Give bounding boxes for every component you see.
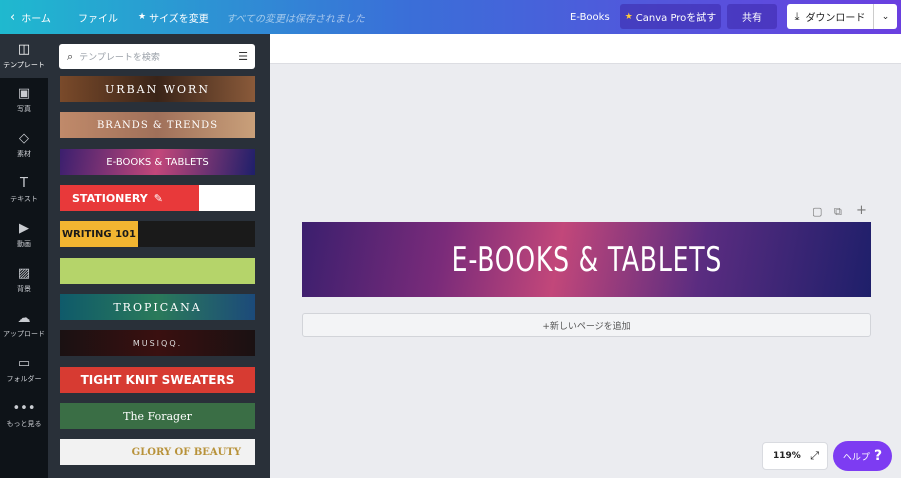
pro-label: Canva Proを試す [635,13,717,24]
left-rail: ◫ テンプレート ▣ 写真 ◇ 素材 T テキスト ▶ 動画 ▨ 背景 ☁ アッ… [0,34,48,478]
template-text: STATIONERY [72,191,148,205]
download-label: ダウンロード [805,13,866,24]
template-panel: ⌕ テンプレートを検索 ☰ URBAN WORN BRANDS & TRENDS… [48,34,270,478]
banner-title[interactable]: E-BOOKS & TABLETS [451,240,721,280]
home-button[interactable]: ‹ ホーム [10,0,51,34]
rail-item-folder[interactable]: ▭ フォルダー [0,348,48,392]
add-page-icon[interactable]: + [856,203,867,218]
template-text: TROPICANA [113,300,202,314]
resize-label: サイズを変更 [149,13,209,25]
download-options-button[interactable]: ⌄ [873,4,897,29]
more-icon: ••• [12,400,36,416]
crown-icon: ★ [138,12,147,22]
rail-item-elements[interactable]: ◇ 素材 [0,123,48,167]
template-thumbnail[interactable]: MUSIQQ. [60,330,255,356]
template-text: URBAN WORN [105,82,210,96]
filter-icon[interactable]: ☰ [238,50,248,63]
rail-item-templates[interactable]: ◫ テンプレート [0,34,48,78]
template-text: TIGHT KNIT SWEATERS [80,373,235,387]
template-thumbnail[interactable]: TROPICANA [60,294,255,320]
download-icon: ⤓ [794,9,800,23]
search-icon: ⌕ [67,49,74,63]
file-label: ファイル [78,13,118,25]
background-icon: ▨ [17,265,31,281]
template-thumbnail[interactable]: URBAN WORN [60,76,255,102]
folder-icon: ▭ [17,355,31,371]
chevron-down-icon: ⌄ [881,11,890,22]
template-text: E-BOOKS & TABLETS [106,156,209,168]
home-label: ホーム [21,13,51,25]
fullscreen-icon[interactable]: ⤢ [810,449,819,463]
try-canva-pro-button[interactable]: ★ Canva Proを試す [620,4,721,29]
rail-label: 動画 [17,239,31,248]
photo-icon: ▣ [17,85,31,101]
template-thumbnail[interactable]: E-BOOKS & TABLETS [60,149,255,175]
rail-label: フォルダー [6,374,42,383]
search-placeholder: テンプレートを検索 [79,53,160,63]
rail-label: 背景 [17,284,31,293]
template-icon: ◫ [17,41,31,57]
rail-item-text[interactable]: T テキスト [0,168,48,212]
share-button[interactable]: 共有 [727,4,777,29]
template-side-block [199,185,255,211]
template-text: MUSIQQ. [132,338,183,348]
help-label: ヘルプ [842,452,870,463]
zoom-value[interactable]: 119% [773,451,801,461]
zoom-control[interactable]: 119% ⤢ [762,442,828,470]
template-thumbnail[interactable]: WRITING 101 [60,221,255,247]
template-thumbnail[interactable]: TIGHT KNIT SWEATERS [60,367,255,393]
save-status: すべての変更は保存されました [226,13,365,25]
template-search-input[interactable]: ⌕ テンプレートを検索 ☰ [59,44,255,69]
canvas-area: ▢ ⧉ + E-BOOKS & TABLETS +新しいページを追加 119% … [270,34,901,478]
rail-item-video[interactable]: ▶ 動画 [0,213,48,257]
rail-label: アップロード [3,329,45,338]
add-new-page-button[interactable]: +新しいページを追加 [302,313,871,337]
rail-label: テキスト [10,194,38,203]
rail-label: 写真 [17,104,31,113]
template-text: The Forager [123,409,192,423]
rail-item-upload[interactable]: ☁ アップロード [0,303,48,347]
help-button[interactable]: ヘルプ ? [833,441,892,471]
elements-icon: ◇ [19,130,29,146]
note-icon[interactable]: ▢ [812,205,822,218]
template-text: GLORY OF BEAUTY [131,446,241,458]
template-thumbnail[interactable]: GLORY OF BEAUTY [60,439,255,465]
upload-icon: ☁ [17,310,31,326]
chevron-left-icon: ‹ [10,9,16,25]
rail-item-more[interactable]: ••• もっと見る [0,393,48,437]
rail-item-background[interactable]: ▨ 背景 [0,258,48,302]
template-text: BRANDS & TRENDS [96,119,219,131]
template-thumbnail[interactable] [60,258,255,284]
top-bar: ‹ ホーム ファイル ★ サイズを変更 すべての変更は保存されました E-Boo… [0,0,901,34]
design-page[interactable]: E-BOOKS & TABLETS [302,222,871,297]
template-label-block: WRITING 101 [60,221,138,247]
duplicate-page-icon[interactable]: ⧉ [834,205,842,219]
video-icon: ▶ [19,220,29,236]
rail-item-photos[interactable]: ▣ 写真 [0,78,48,122]
template-thumbnail[interactable]: BRANDS & TRENDS [60,112,255,138]
file-menu-button[interactable]: ファイル [78,0,118,34]
text-icon: T [20,175,28,191]
template-thumbnail[interactable]: STATIONERY ✎ [60,185,255,211]
rail-label: テンプレート [3,60,45,69]
crown-icon: ★ [624,11,633,22]
template-text: WRITING 101 [62,228,136,240]
rail-label: 素材 [17,149,31,158]
download-button[interactable]: ⤓ ダウンロード [787,4,873,29]
resize-button[interactable]: ★ サイズを変更 [138,0,209,34]
pencil-icon: ✎ [153,191,163,205]
help-question-mark: ? [873,448,883,464]
rail-label: もっと見る [6,419,42,428]
template-thumbnail[interactable]: The Forager [60,403,255,429]
document-type-label[interactable]: E-Books [570,0,610,34]
canvas-toolbar [270,34,901,64]
